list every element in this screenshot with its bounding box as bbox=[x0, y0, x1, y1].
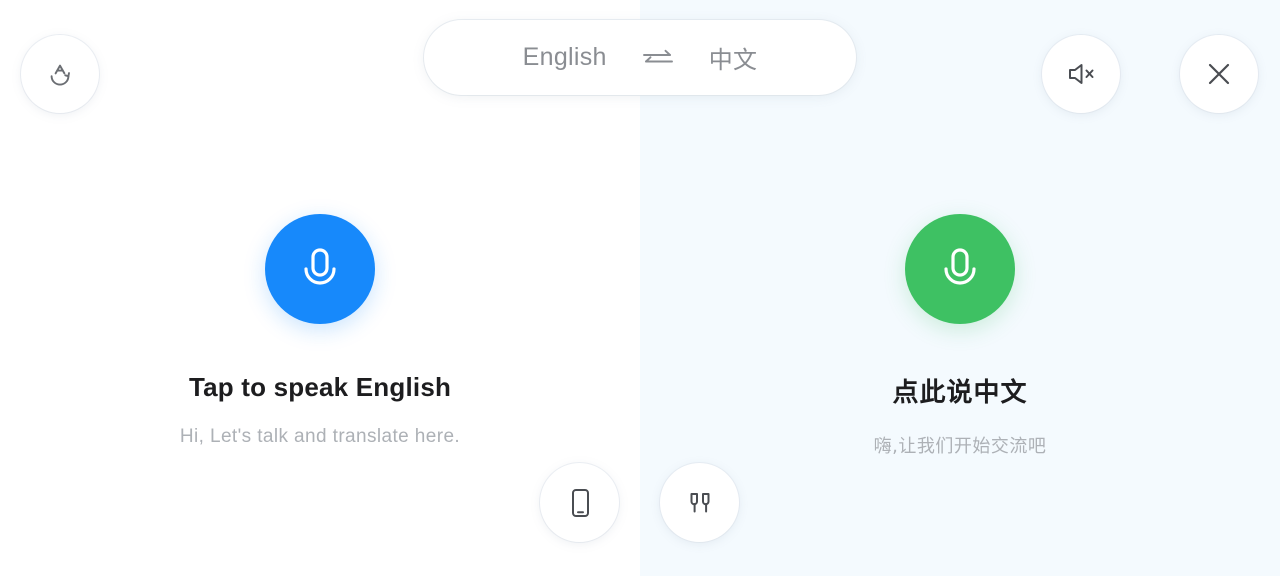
translator-screen: English 中文 Tap to speak English Hi, Let'… bbox=[0, 0, 1280, 576]
close-button[interactable] bbox=[1180, 35, 1258, 113]
language-selector-pill[interactable]: English 中文 bbox=[424, 20, 856, 95]
left-panel-title: Tap to speak English bbox=[188, 372, 452, 402]
left-language-panel: Tap to speak English Hi, Let's talk and … bbox=[0, 214, 640, 448]
right-panel-subtitle: 嗨,让我们开始交流吧 bbox=[873, 436, 1047, 457]
phone-mode-button[interactable] bbox=[540, 463, 619, 542]
left-panel-subtitle: Hi, Let's talk and translate here. bbox=[179, 426, 461, 447]
speaker-mute-icon bbox=[1064, 59, 1098, 89]
right-panel-title: 点此说中文 bbox=[892, 378, 1028, 408]
phone-icon bbox=[565, 486, 595, 520]
microphone-icon bbox=[294, 239, 346, 300]
mute-button[interactable] bbox=[1042, 35, 1120, 113]
swap-arrows-icon[interactable] bbox=[641, 46, 675, 70]
speak-english-mic-button[interactable] bbox=[265, 214, 375, 324]
earbuds-mode-button[interactable] bbox=[660, 463, 739, 542]
target-language-label[interactable]: 中文 bbox=[709, 40, 758, 75]
earbuds-icon bbox=[683, 487, 717, 519]
translate-mode-button[interactable] bbox=[21, 35, 99, 113]
source-language-label[interactable]: English bbox=[523, 43, 607, 72]
translate-a-icon bbox=[43, 57, 77, 91]
microphone-icon bbox=[934, 239, 986, 300]
speak-chinese-mic-button[interactable] bbox=[905, 214, 1015, 324]
right-language-panel: 点此说中文 嗨,让我们开始交流吧 bbox=[640, 214, 1280, 458]
close-icon bbox=[1203, 58, 1235, 90]
